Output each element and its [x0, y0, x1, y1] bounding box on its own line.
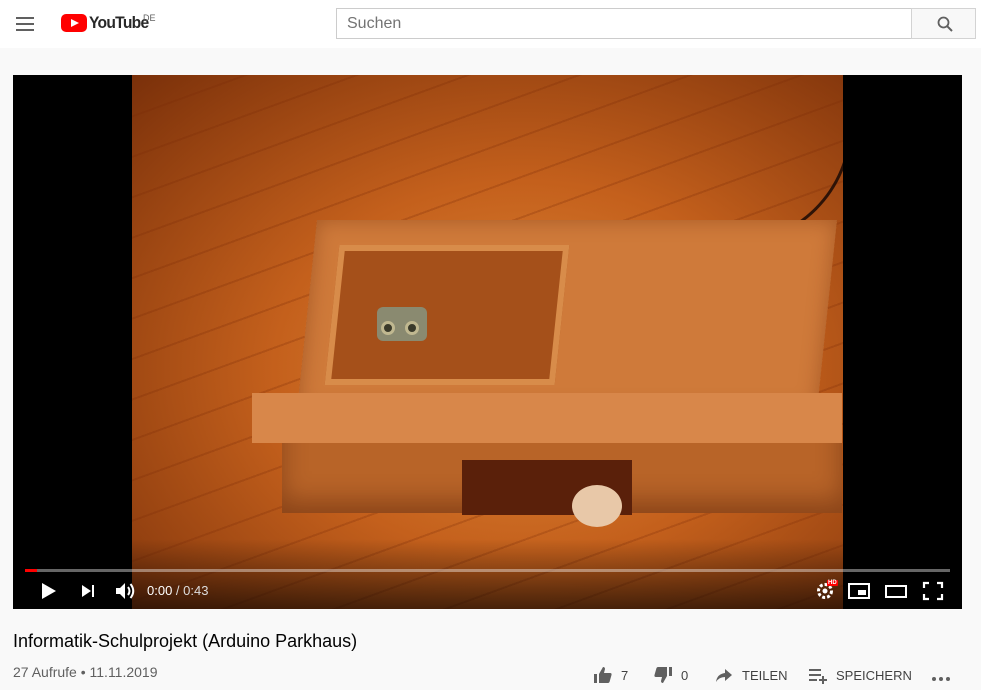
- youtube-play-logo-icon: [61, 14, 87, 32]
- dislike-icon: [654, 667, 672, 683]
- view-count: 27 Aufrufe: [13, 664, 77, 680]
- search-box[interactable]: [336, 8, 912, 39]
- country-code: DE: [143, 13, 156, 23]
- next-icon[interactable]: [81, 581, 97, 601]
- more-icon[interactable]: [930, 660, 952, 690]
- menu-icon[interactable]: [13, 13, 37, 35]
- video-frame[interactable]: [132, 75, 843, 609]
- like-icon: [594, 667, 612, 683]
- search-input[interactable]: [337, 9, 912, 38]
- settings-icon[interactable]: HD: [815, 580, 838, 601]
- share-icon: [716, 669, 732, 682]
- video-title: Informatik-Schulprojekt (Arduino Parkhau…: [13, 631, 358, 651]
- fullscreen-icon[interactable]: [922, 581, 944, 601]
- time-separator: /: [172, 583, 184, 598]
- current-time: 0:00: [147, 583, 173, 598]
- hd-badge: HD: [827, 580, 838, 586]
- duration: 0:43: [183, 583, 209, 598]
- theater-mode-icon[interactable]: [885, 581, 907, 601]
- save-button[interactable]: SPEICHERN: [808, 660, 912, 690]
- save-label: SPEICHERN: [836, 667, 912, 683]
- dislike-count: 0: [681, 667, 689, 683]
- save-playlist-icon: [809, 669, 827, 684]
- video-ultrasonic-sensor: [377, 307, 427, 341]
- video-pir-sensor: [572, 485, 622, 527]
- video-player[interactable]: 0:00 / 0:43 HD: [13, 75, 962, 609]
- logo-text: YouTube: [89, 13, 149, 32]
- youtube-logo[interactable]: YouTube: [61, 12, 154, 34]
- meta-dot: •: [76, 664, 90, 680]
- volume-icon[interactable]: [114, 581, 136, 601]
- share-button[interactable]: TEILEN: [714, 660, 788, 690]
- dislike-button[interactable]: 0: [653, 660, 688, 690]
- share-label: TEILEN: [742, 667, 788, 683]
- search-button[interactable]: [911, 8, 976, 39]
- like-count: 7: [621, 667, 629, 683]
- video-cardboard-opening: [324, 245, 570, 385]
- masthead: YouTube DE: [0, 0, 981, 48]
- miniplayer-icon[interactable]: [848, 581, 870, 601]
- upload-date: 11.11.2019: [89, 664, 158, 680]
- search-icon: [937, 16, 953, 32]
- video-meta: 27 Aufrufe • 11.11.2019: [13, 664, 158, 680]
- progress-bar[interactable]: [25, 569, 950, 572]
- like-button[interactable]: 7: [593, 660, 628, 690]
- play-icon[interactable]: [41, 581, 57, 601]
- video-cardboard-rim: [252, 393, 842, 443]
- time-display: 0:00 / 0:43: [147, 583, 208, 598]
- progress-played: [25, 569, 38, 572]
